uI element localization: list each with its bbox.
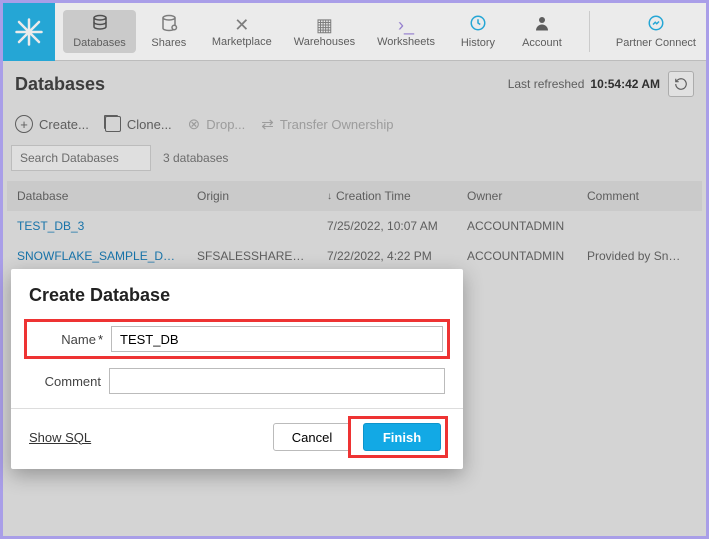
sort-desc-icon: ↓ [327, 191, 332, 202]
drop-button[interactable]: ⊗ Drop... [188, 115, 246, 133]
drop-label: Drop... [206, 117, 245, 132]
dialog-footer: Show SQL Cancel Finish [29, 419, 445, 455]
warehouse-icon: ▦ [316, 16, 333, 34]
col-database[interactable]: Database [7, 189, 187, 203]
nav-label: History [461, 37, 495, 49]
cell-comment: Provided by Snowflak... [577, 249, 697, 263]
table-row[interactable]: TEST_DB_3 7/25/2022, 10:07 AM ACCOUNTADM… [7, 211, 702, 241]
transfer-label: Transfer Ownership [280, 117, 394, 132]
nav-label: Account [522, 37, 562, 49]
nav-divider [589, 11, 590, 52]
db-name-link[interactable]: TEST_DB_3 [7, 219, 187, 233]
dialog-separator [11, 408, 463, 409]
name-input[interactable] [111, 326, 443, 352]
show-sql-link[interactable]: Show SQL [29, 430, 91, 445]
nav-warehouses[interactable]: ▦ Warehouses [284, 12, 365, 52]
col-owner[interactable]: Owner [457, 189, 577, 203]
last-refreshed-time: 10:54:42 AM [590, 77, 660, 91]
col-creation-time[interactable]: ↓Creation Time [317, 189, 457, 203]
cell-owner: ACCOUNTADMIN [457, 249, 577, 263]
cell-owner: ACCOUNTADMIN [457, 219, 577, 233]
transfer-icon: ⇄ [261, 115, 274, 133]
name-label: Name [31, 332, 111, 347]
nav-label: Shares [151, 37, 186, 49]
nav-partner-connect[interactable]: Partner Connect [606, 10, 706, 53]
col-origin[interactable]: Origin [187, 189, 317, 203]
clone-button[interactable]: Clone... [105, 116, 172, 132]
top-nav: Databases Shares ✕ Marketplace ▦ Warehou… [3, 3, 706, 61]
search-row: 3 databases [3, 141, 706, 181]
table-header: Database Origin ↓Creation Time Owner Com… [7, 181, 702, 211]
drop-icon: ⊗ [188, 115, 201, 133]
table-row[interactable]: SNOWFLAKE_SAMPLE_DATA SFSALESSHARED.S...… [7, 241, 702, 271]
nav-label: Marketplace [212, 36, 272, 48]
cell-creation-time: 7/22/2022, 4:22 PM [317, 249, 457, 263]
snowflake-logo[interactable] [3, 3, 55, 61]
db-name-link[interactable]: SNOWFLAKE_SAMPLE_DATA [7, 249, 187, 263]
create-database-dialog: Create Database Name Comment Show SQL Ca… [11, 269, 463, 469]
account-icon [533, 14, 551, 35]
history-icon [469, 14, 487, 35]
dialog-title: Create Database [29, 285, 445, 306]
nav-databases[interactable]: Databases [63, 10, 136, 53]
refresh-button[interactable] [668, 71, 694, 97]
last-refreshed-label: Last refreshed [508, 77, 585, 91]
comment-input[interactable] [109, 368, 445, 394]
nav-history[interactable]: History [447, 10, 509, 53]
nav-label: Databases [73, 37, 126, 49]
nav-label: Partner Connect [616, 37, 696, 49]
databases-table: Database Origin ↓Creation Time Owner Com… [7, 181, 702, 271]
finish-button[interactable]: Finish [363, 423, 441, 451]
nav-marketplace[interactable]: ✕ Marketplace [202, 12, 282, 52]
partner-icon [647, 14, 665, 35]
actions-toolbar: + Create... Clone... ⊗ Drop... ⇄ Transfe… [3, 107, 706, 141]
database-count: 3 databases [163, 151, 228, 165]
clone-label: Clone... [127, 117, 172, 132]
create-button[interactable]: + Create... [15, 115, 89, 133]
page-title: Databases [15, 74, 105, 95]
nav-worksheets[interactable]: ›_ Worksheets [367, 12, 445, 52]
cell-creation-time: 7/25/2022, 10:07 AM [317, 219, 457, 233]
nav-label: Worksheets [377, 36, 435, 48]
cell-origin: SFSALESSHARED.S... [187, 249, 317, 263]
search-input[interactable] [11, 145, 151, 171]
database-icon [91, 14, 109, 35]
transfer-ownership-button[interactable]: ⇄ Transfer Ownership [261, 115, 393, 133]
nav-label: Warehouses [294, 36, 355, 48]
clone-icon [105, 116, 121, 132]
col-comment[interactable]: Comment [577, 189, 697, 203]
refresh-icon [674, 77, 688, 91]
marketplace-icon: ✕ [234, 16, 249, 34]
worksheet-icon: ›_ [398, 16, 414, 34]
nav-shares[interactable]: Shares [138, 10, 200, 53]
nav-account[interactable]: Account [511, 10, 573, 53]
create-label: Create... [39, 117, 89, 132]
share-icon [160, 14, 178, 35]
cancel-button[interactable]: Cancel [273, 423, 351, 451]
comment-label: Comment [29, 374, 109, 389]
page-header: Databases Last refreshed 10:54:42 AM [3, 61, 706, 107]
plus-icon: + [15, 115, 33, 133]
